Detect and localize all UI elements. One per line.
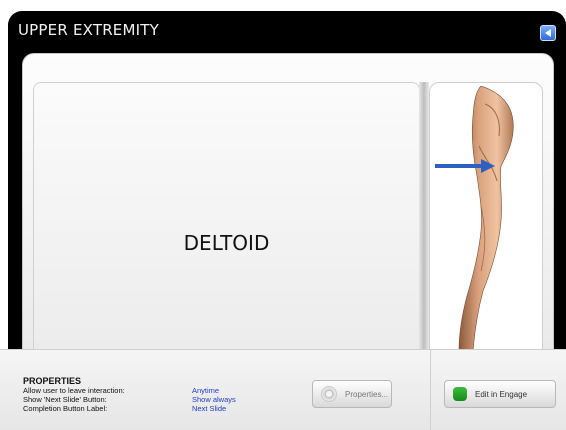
- edit-in-engage-button[interactable]: Edit in Engage: [444, 380, 556, 408]
- prop-label-leave: Allow user to leave interaction:: [23, 386, 125, 395]
- button-separator: [430, 350, 431, 430]
- slide-content-panel: DELTOID: [22, 53, 554, 350]
- properties-heading: PROPERTIES: [23, 376, 82, 386]
- nav-back-icon[interactable]: [540, 25, 556, 41]
- slide-frame: UPPER EXTREMITY DELTOID: [8, 11, 566, 350]
- prop-value-next: Show always: [192, 395, 236, 404]
- arrow-pointer-icon: [435, 159, 495, 173]
- slide-title: UPPER EXTREMITY: [18, 21, 159, 39]
- properties-button[interactable]: Properties...: [312, 380, 392, 408]
- term-label: DELTOID: [183, 231, 270, 255]
- prop-value-completion: Next Slide: [192, 404, 227, 413]
- arm-illustration: [458, 86, 514, 350]
- properties-panel: PROPERTIES Allow user to leave interacti…: [0, 349, 566, 430]
- engage-icon: [453, 387, 467, 401]
- prop-value-leave: Anytime: [192, 386, 220, 395]
- properties-gear-icon: [321, 386, 337, 402]
- properties-button-label: Properties...: [345, 389, 389, 399]
- panel-divider: [419, 82, 429, 350]
- prop-label-completion: Completion Button Label:: [23, 404, 108, 413]
- prop-label-next: Show 'Next Slide' Button:: [23, 395, 107, 404]
- edit-in-engage-label: Edit in Engage: [475, 389, 528, 399]
- term-card: DELTOID: [33, 82, 420, 350]
